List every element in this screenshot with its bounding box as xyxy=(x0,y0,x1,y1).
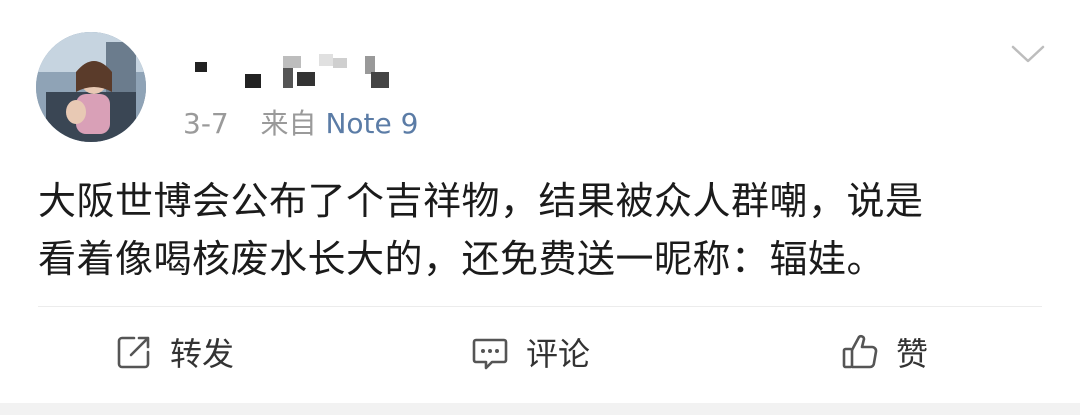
repost-label: 转发 xyxy=(170,335,235,373)
post-meta: 3-7 来自 Note 9 xyxy=(183,106,418,142)
post-content-line: 看着像喝核废水长大的，还免费送一昵称：辐娃。 xyxy=(38,237,886,281)
post-content-line: 大阪世博会公布了个吉祥物，结果被众人群嘲，说是 xyxy=(38,179,924,223)
pixelated-username-icon xyxy=(195,54,389,88)
divider xyxy=(38,306,1042,307)
avatar-photo-icon xyxy=(36,32,146,142)
weibo-post-card: 3-7 来自 Note 9 大阪世博会公布了个吉祥物，结果被众人群嘲，说是 看着… xyxy=(0,0,1080,415)
repost-button[interactable]: 转发 xyxy=(114,326,234,378)
share-icon xyxy=(114,332,154,372)
bottom-separator xyxy=(0,403,1080,415)
comment-label: 评论 xyxy=(526,335,591,373)
comment-icon xyxy=(470,332,510,372)
avatar[interactable] xyxy=(36,32,146,142)
post-date: 3-7 xyxy=(183,107,229,140)
comment-button[interactable]: 评论 xyxy=(470,326,590,378)
like-button[interactable]: 赞 xyxy=(840,326,928,378)
post-content: 大阪世博会公布了个吉祥物，结果被众人群嘲，说是 看着像喝核废水长大的，还免费送一… xyxy=(38,172,1048,288)
thumbs-up-icon xyxy=(840,332,880,372)
source-prefix: 来自 xyxy=(260,107,317,140)
like-label: 赞 xyxy=(896,335,929,373)
username-pixelated[interactable] xyxy=(185,52,415,92)
chevron-down-icon xyxy=(1011,45,1045,63)
source-device-link[interactable]: Note 9 xyxy=(325,107,418,140)
post-menu-button[interactable] xyxy=(1010,42,1046,66)
